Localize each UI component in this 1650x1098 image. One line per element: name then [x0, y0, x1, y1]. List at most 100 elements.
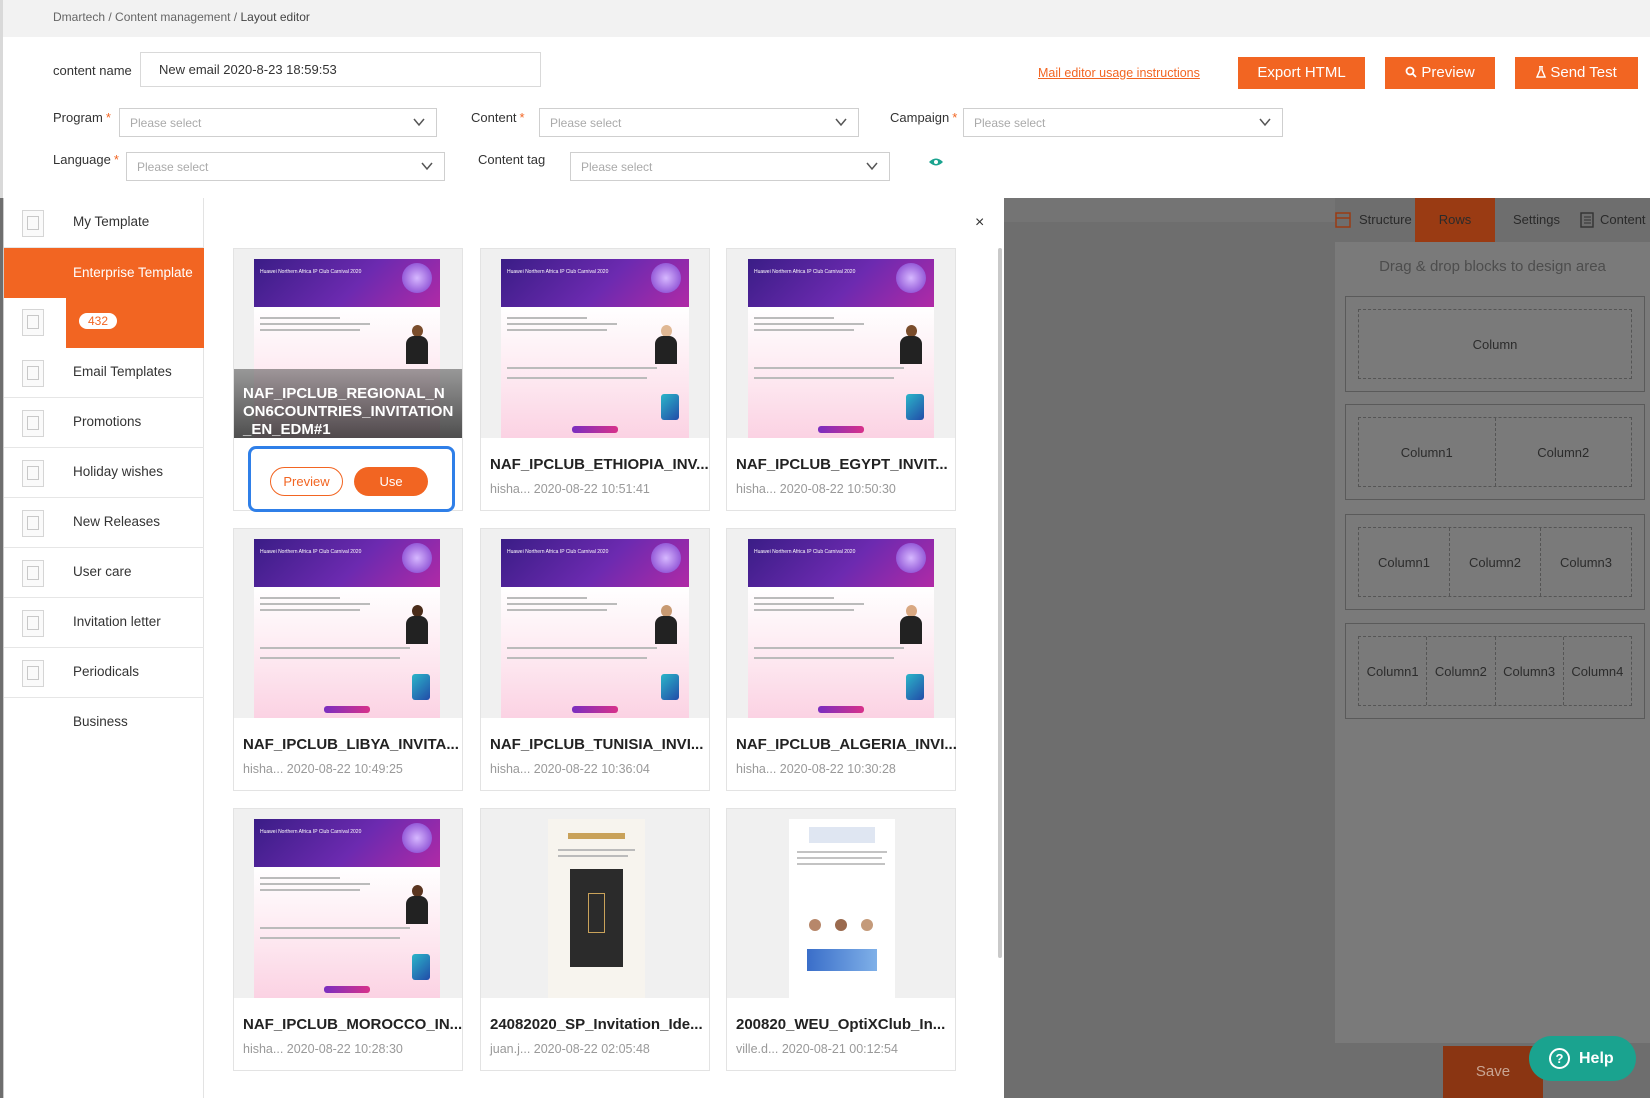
email-body: [501, 587, 689, 718]
speaker-photo-icon: [406, 325, 428, 365]
email-banner-text: Huawei Northern Africa IP Club Carnival …: [507, 549, 609, 555]
content-tag-select[interactable]: Please select: [570, 152, 890, 181]
template-thumbnail: Huawei Northern Africa IP Club Carnival …: [748, 539, 934, 718]
sidebar-item-label: My Template: [73, 214, 150, 229]
language-select[interactable]: Please select: [126, 152, 445, 181]
email-text-line: [260, 317, 340, 319]
ip-club-logo-icon: [651, 263, 681, 293]
template-thumbnail-area: [481, 809, 709, 998]
email-text-line: [507, 603, 617, 605]
template-thumbnail-area: Huawei Northern Africa IP Club Carnival …: [234, 529, 462, 718]
email-text-line: [754, 597, 834, 599]
email-text-line: [507, 647, 657, 649]
template-name: NAF_IPCLUB_MOROCCO_IN...: [243, 1016, 463, 1033]
email-text-line: [507, 609, 607, 611]
campaign-label: Campaign *: [890, 110, 958, 125]
grid-doc-icon: [22, 610, 44, 637]
tab-structure[interactable]: Structure: [1359, 198, 1412, 242]
campaign-select[interactable]: Please select: [963, 108, 1283, 137]
export-html-label: Export HTML: [1257, 64, 1346, 81]
tab-settings[interactable]: Settings: [1513, 198, 1560, 242]
eye-icon[interactable]: [928, 157, 944, 167]
sidebar-icon-cell: [4, 298, 66, 348]
row-block-2col[interactable]: Column1 Column2: [1345, 404, 1645, 500]
sidebar-item-periodicals[interactable]: Periodicals: [4, 648, 204, 698]
template-card[interactable]: Huawei Northern Africa IP Club Carnival …: [233, 528, 463, 791]
content-select[interactable]: Please select: [539, 108, 859, 137]
invitation-card-image: [570, 869, 623, 967]
email-text-line: [260, 937, 400, 939]
template-use-button[interactable]: Use: [354, 467, 428, 496]
template-thumbnail: [789, 819, 895, 998]
modal-scrollbar[interactable]: [998, 248, 1002, 958]
template-thumbnail-area: Huawei Northern Africa IP Club Carnival …: [234, 809, 462, 998]
help-button[interactable]: ? Help: [1529, 1036, 1636, 1081]
template-card[interactable]: 200820_WEU_OptiXClub_In... ville.d... 20…: [726, 808, 956, 1071]
sidebar-item-business[interactable]: Business: [4, 698, 204, 748]
program-placeholder: Please select: [130, 116, 202, 130]
template-meta: hisha... 2020-08-22 10:36:04: [490, 762, 650, 776]
sidebar-item-promotions[interactable]: Promotions: [4, 398, 204, 448]
email-banner: Huawei Northern Africa IP Club Carnival …: [501, 259, 689, 307]
breadcrumb-sep: /: [108, 10, 112, 24]
campaign-placeholder: Please select: [974, 116, 1046, 130]
content-name-input[interactable]: New email 2020-8-23 18:59:53: [140, 52, 541, 87]
template-thumbnail: Huawei Northern Africa IP Club Carnival …: [748, 259, 934, 438]
template-card[interactable]: 24082020_SP_Invitation_Ide... juan.j... …: [480, 808, 710, 1071]
breadcrumb-bar: Dmartech / Content management / Layout e…: [0, 0, 1650, 37]
email-banner: Huawei Northern Africa IP Club Carnival …: [748, 259, 934, 307]
sidebar-item-label: Business: [73, 714, 128, 729]
email-banner: Huawei Northern Africa IP Club Carnival …: [501, 539, 689, 587]
email-text-line: [797, 857, 882, 859]
sidebar-item-invitation-letter[interactable]: Invitation letter: [4, 598, 204, 648]
sidebar-item-my-template[interactable]: My Template: [4, 198, 204, 248]
template-card[interactable]: Huawei Northern Africa IP Club Carnival …: [480, 528, 710, 791]
sidebar-item-user-care[interactable]: User care: [4, 548, 204, 598]
row-block-1col[interactable]: Column: [1345, 296, 1645, 392]
row-block-4col[interactable]: Column1 Column2 Column3 Column4: [1345, 623, 1645, 719]
template-meta: hisha... 2020-08-22 10:30:28: [736, 762, 896, 776]
builder-tabs: Structure Rows Settings Content: [1335, 198, 1650, 242]
email-text-line: [260, 877, 340, 879]
template-card[interactable]: Huawei Northern Africa IP Club Carnival …: [726, 248, 956, 511]
close-icon[interactable]: ×: [975, 214, 984, 232]
template-thumbnail-area: [727, 809, 955, 998]
image-doc-icon: [22, 309, 44, 336]
breadcrumb-content-management[interactable]: Content management: [115, 10, 230, 24]
tab-rows[interactable]: Rows: [1415, 198, 1495, 242]
usage-instructions-link[interactable]: Mail editor usage instructions: [1038, 66, 1200, 80]
chevron-down-icon: [421, 162, 433, 171]
email-text-line: [507, 597, 587, 599]
column-cell: Column1: [1359, 528, 1450, 596]
tab-content[interactable]: Content: [1600, 198, 1646, 242]
template-card[interactable]: Huawei Northern Africa IP Club Carnival …: [480, 248, 710, 511]
send-test-button[interactable]: Send Test: [1515, 57, 1638, 89]
template-preview-button[interactable]: Preview: [270, 467, 343, 496]
registration-button-image: [818, 426, 864, 433]
program-select[interactable]: Please select: [119, 108, 437, 137]
email-text-line: [507, 377, 647, 379]
content-form: content name New email 2020-8-23 18:59:5…: [0, 37, 1650, 199]
preview-button[interactable]: Preview: [1385, 57, 1495, 89]
row-block-3col[interactable]: Column1 Column2 Column3: [1345, 514, 1645, 610]
sidebar-item-label: User care: [73, 564, 132, 579]
send-test-label: Send Test: [1550, 64, 1617, 81]
email-text-line: [507, 323, 617, 325]
sidebar-item-enterprise-template[interactable]: Enterprise Template 432: [4, 248, 204, 348]
star-doc-icon: [22, 210, 44, 237]
chevron-down-icon: [866, 162, 878, 171]
email-text-line: [260, 927, 410, 929]
template-card[interactable]: Huawei Northern Africa IP Club Carnival …: [233, 248, 463, 512]
save-button[interactable]: Save: [1443, 1046, 1543, 1098]
template-meta: juan.j... 2020-08-22 02:05:48: [490, 1042, 650, 1056]
sidebar-item-holiday-wishes[interactable]: Holiday wishes: [4, 448, 204, 498]
speaker-photo-icon: [861, 919, 873, 931]
sidebar-item-label: Periodicals: [73, 664, 140, 679]
breadcrumb-root[interactable]: Dmartech: [53, 10, 105, 24]
template-card[interactable]: Huawei Northern Africa IP Club Carnival …: [726, 528, 957, 791]
template-card[interactable]: Huawei Northern Africa IP Club Carnival …: [233, 808, 463, 1071]
sidebar-item-new-releases[interactable]: New Releases: [4, 498, 204, 548]
export-html-button[interactable]: Export HTML: [1238, 57, 1365, 89]
email-text-line: [754, 377, 894, 379]
sidebar-item-email-templates[interactable]: Email Templates: [4, 348, 204, 398]
